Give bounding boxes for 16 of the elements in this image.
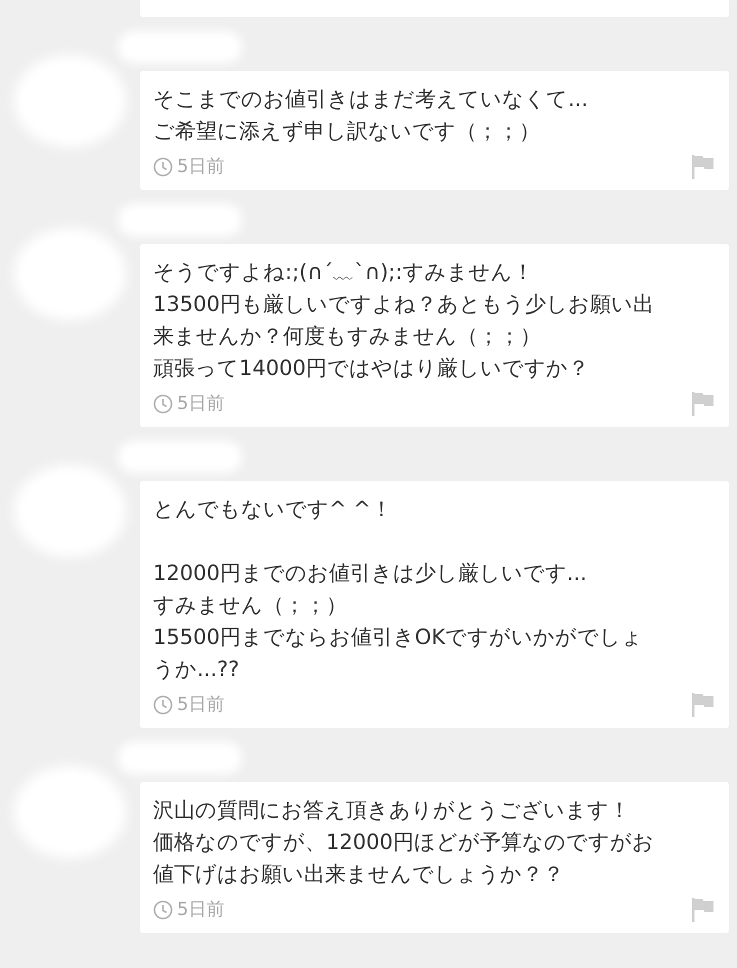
message-text: 沢山の質問にお答え頂きありがとうございます！ 価格なのですが、12000円ほどが予算なのですがお 値下げはお願い出来ませんでしょうか？？: [153, 797, 655, 888]
message-time: 5日前: [177, 155, 224, 179]
flag-icon[interactable]: [691, 390, 715, 416]
message-text: そこまでのお値引きはまだ考えていなくて... ご希望に添えず申し訳ないです（；；）: [153, 86, 590, 145]
message-time: 5日前: [177, 392, 224, 416]
message-text: そうですよね:;(∩´﹏`∩);:すみません！ 13500円も厳しいですよね？あともう少しお願い出 来ませんか？何度もすみません（；；） 頑張って14000円ではやはり厳しいですか？: [153, 259, 655, 382]
clock-icon: [153, 156, 173, 176]
flag-icon[interactable]: [691, 154, 715, 180]
flag-icon[interactable]: [691, 692, 715, 718]
clock-icon: [153, 694, 173, 714]
flag-icon[interactable]: [691, 896, 715, 922]
clock-icon: [153, 394, 173, 414]
clock-icon: [153, 900, 173, 920]
message-time: 5日前: [177, 693, 224, 717]
message-time: 5日前: [177, 898, 224, 922]
message-text: とんでもないです^ ^！ 12000円までのお値引きは少し厳しいです... すみません（；；） 15500円までならお値引きOKですがいかがでしょ うか...??: [153, 496, 644, 683]
